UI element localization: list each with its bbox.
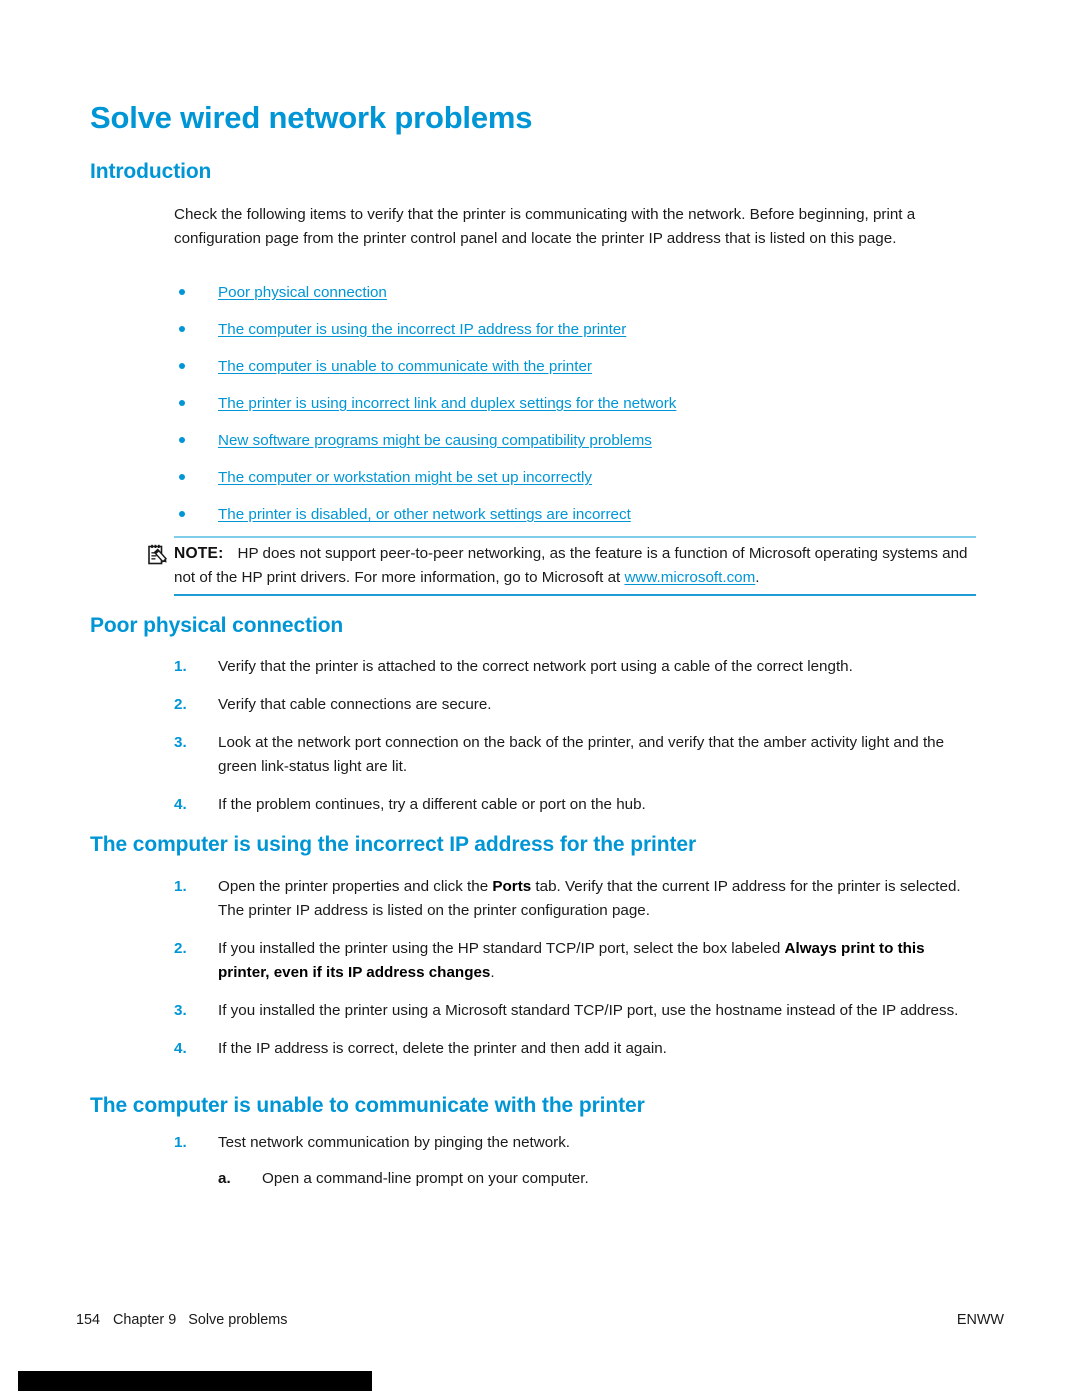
heading-incorrect-ip-address: The computer is using the incorrect IP a… xyxy=(90,833,697,856)
note-label: NOTE: xyxy=(174,545,224,562)
list-item-text-bold: Ports xyxy=(492,878,532,895)
list-item: 1. Open the printer properties and click … xyxy=(174,875,974,923)
unable-to-communicate-list: 1. Test network communication by pinging… xyxy=(174,1131,974,1191)
list-marker: 3. xyxy=(174,1002,187,1019)
list-item-text-part: If you installed the printer using the H… xyxy=(218,940,785,957)
list-item: New software programs might be causing c… xyxy=(174,430,974,467)
note-text-before-link: HP does not support peer-to-peer network… xyxy=(174,545,968,586)
sub-list-item: a. Open a command-line prompt on your co… xyxy=(218,1167,974,1191)
list-item-text: Test network communication by pinging th… xyxy=(218,1134,571,1151)
introduction-link-list: Poor physical connection The computer is… xyxy=(174,282,974,541)
list-item: 4. If the IP address is correct, delete t… xyxy=(174,1037,974,1061)
list-marker: 1. xyxy=(174,878,187,895)
link-workstation-setup[interactable]: The computer or workstation might be set… xyxy=(218,469,592,486)
heading-unable-to-communicate: The computer is unable to communicate wi… xyxy=(90,1094,645,1117)
bullet-icon xyxy=(179,289,185,295)
list-item-text-part: Open the printer properties and click th… xyxy=(218,878,493,895)
list-item: 3. If you installed the printer using a M… xyxy=(174,999,974,1023)
list-item-text: Verify that the printer is attached to t… xyxy=(218,658,853,675)
note-pencil-icon xyxy=(148,544,168,565)
sub-list-marker: a. xyxy=(218,1170,231,1187)
list-item: 2. Verify that cable connections are sec… xyxy=(174,693,974,717)
list-item: 2. If you installed the printer using the… xyxy=(174,937,974,985)
list-item-text-part: If you installed the printer using a Mic… xyxy=(218,1002,959,1019)
list-item-text: Look at the network port connection on t… xyxy=(218,734,945,775)
list-item-text-part: . xyxy=(490,964,495,981)
poor-physical-connection-list: 1. Verify that the printer is attached t… xyxy=(174,655,974,817)
page-footer: 154 Chapter 9 Solve problems ENWW xyxy=(0,1312,1080,1334)
list-item: 1. Test network communication by pinging… xyxy=(174,1131,974,1155)
list-item: Poor physical connection xyxy=(174,282,974,319)
link-incorrect-ip-address[interactable]: The computer is using the incorrect IP a… xyxy=(218,321,626,338)
list-item: 1. Verify that the printer is attached t… xyxy=(174,655,974,679)
bullet-icon xyxy=(179,474,185,480)
footer-locale: ENWW xyxy=(956,1312,1004,1328)
bullet-icon xyxy=(179,400,185,406)
introduction-paragraph: Check the following items to verify that… xyxy=(174,206,916,247)
footer-chapter-title: Solve problems xyxy=(188,1312,288,1328)
footer-left: 154 Chapter 9 Solve problems xyxy=(76,1312,287,1328)
list-item: 4. If the problem continues, try a diffe… xyxy=(174,793,974,817)
list-item: The computer is using the incorrect IP a… xyxy=(174,319,974,356)
list-item: 3. Look at the network port connection o… xyxy=(174,731,974,779)
heading-poor-physical-connection: Poor physical connection xyxy=(90,614,344,637)
link-printer-disabled[interactable]: The printer is disabled, or other networ… xyxy=(218,506,631,523)
note-top-rule xyxy=(174,536,976,538)
link-poor-physical-connection[interactable]: Poor physical connection xyxy=(218,284,387,301)
footer-chapter: Chapter 9 xyxy=(113,1312,177,1328)
incorrect-ip-list: 1. Open the printer properties and click … xyxy=(174,875,974,1061)
heading-introduction: Introduction xyxy=(90,160,212,183)
note-text: NOTE: HP does not support peer-to-peer ne… xyxy=(174,542,974,590)
list-item: The computer or workstation might be set… xyxy=(174,467,974,504)
list-marker: 3. xyxy=(174,734,187,751)
link-link-duplex-settings[interactable]: The printer is using incorrect link and … xyxy=(218,395,676,412)
bullet-icon xyxy=(179,511,185,517)
bullet-icon xyxy=(179,326,185,332)
list-marker: 4. xyxy=(174,1040,187,1057)
list-marker: 2. xyxy=(174,940,187,957)
list-item-text: Verify that cable connections are secure… xyxy=(218,696,492,713)
list-item: The printer is using incorrect link and … xyxy=(174,393,974,430)
sub-list-item-text: Open a command-line prompt on your compu… xyxy=(262,1170,589,1187)
link-new-software-programs[interactable]: New software programs might be causing c… xyxy=(218,432,652,449)
list-marker: 4. xyxy=(174,796,187,813)
bullet-icon xyxy=(179,363,185,369)
page-title: Solve wired network problems xyxy=(90,100,533,135)
footer-page-number: 154 xyxy=(76,1312,101,1328)
bottom-black-bar xyxy=(18,1371,372,1391)
list-item-text: If the problem continues, try a differen… xyxy=(218,796,646,813)
link-unable-to-communicate[interactable]: The computer is unable to communicate wi… xyxy=(218,358,592,375)
list-item: The computer is unable to communicate wi… xyxy=(174,356,974,393)
note-text-after-link: . xyxy=(755,569,760,586)
link-microsoft[interactable]: www.microsoft.com xyxy=(624,569,755,586)
list-marker: 2. xyxy=(174,696,187,713)
list-marker: 1. xyxy=(174,658,187,675)
note-bottom-rule xyxy=(174,594,976,596)
list-item-text-part: If the IP address is correct, delete the… xyxy=(218,1040,667,1057)
bullet-icon xyxy=(179,437,185,443)
document-page: Solve wired network problems Introductio… xyxy=(0,0,1080,1397)
list-marker: 1. xyxy=(174,1134,187,1151)
